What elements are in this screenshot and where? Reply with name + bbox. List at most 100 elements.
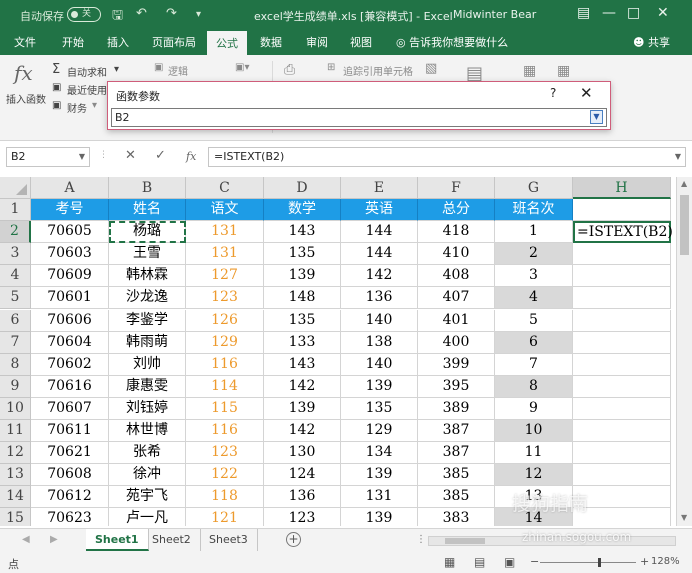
cell-e5[interactable]: 136 [341, 287, 418, 310]
lookup-icon[interactable]: ▣▾ [235, 62, 249, 73]
cell-h8[interactable] [573, 353, 671, 376]
cell-h4[interactable] [573, 265, 671, 288]
enter-icon[interactable]: ✓ [155, 148, 166, 163]
cell-h9[interactable] [573, 375, 671, 398]
cell-h10[interactable] [573, 397, 671, 420]
row-header-12[interactable]: 12 [0, 442, 31, 465]
cell-e15[interactable]: 139 [341, 508, 418, 526]
cell-c1[interactable]: 语文 [186, 199, 264, 221]
row-header-10[interactable]: 10 [0, 397, 31, 420]
cell-e4[interactable]: 142 [341, 265, 418, 288]
cell-f14[interactable]: 385 [418, 486, 495, 509]
column-header-b[interactable]: B [109, 177, 186, 199]
cell-e14[interactable]: 131 [341, 486, 418, 509]
cell-g10[interactable]: 9 [495, 397, 573, 420]
cell-g13[interactable]: 12 [495, 464, 573, 487]
cell-e12[interactable]: 134 [341, 442, 418, 465]
cell-b6[interactable]: 李鉴学 [109, 309, 186, 332]
customize-qat-icon[interactable]: ▾ [196, 9, 201, 20]
row-header-2[interactable]: 2 [0, 221, 31, 244]
tab-split-handle-icon[interactable]: ⋮ [416, 534, 426, 545]
formula-input[interactable]: =ISTEXT(B2) ▼ [208, 147, 686, 167]
cell-f11[interactable]: 387 [418, 420, 495, 442]
cell-a6[interactable]: 70606 [31, 309, 109, 332]
logical-icon[interactable]: ▣ [154, 62, 163, 73]
cell-d4[interactable]: 139 [264, 265, 341, 288]
help-icon[interactable]: ? [550, 86, 556, 100]
column-header-a[interactable]: A [31, 177, 109, 199]
cell-b13[interactable]: 徐冲 [109, 464, 186, 487]
normal-view-icon[interactable]: ▦ [444, 555, 455, 569]
cell-d2[interactable]: 143 [264, 221, 341, 244]
cell-c7[interactable]: 129 [186, 331, 264, 354]
cell-e3[interactable]: 144 [341, 243, 418, 266]
cell-a10[interactable]: 70607 [31, 397, 109, 420]
cell-g6[interactable]: 5 [495, 309, 573, 332]
cell-c6[interactable]: 126 [186, 309, 264, 332]
financial-button[interactable]: 财务 [67, 100, 87, 115]
column-header-h[interactable]: H [573, 177, 671, 199]
cell-d14[interactable]: 136 [264, 486, 341, 509]
user-name[interactable]: Midwinter Bear [453, 8, 536, 21]
cell-b15[interactable]: 卢一凡 [109, 508, 186, 526]
row-header-6[interactable]: 6 [0, 309, 31, 332]
calculation-icon[interactable]: ▦ [523, 63, 536, 79]
undo-icon[interactable]: ↶ [136, 6, 147, 21]
cell-c9[interactable]: 114 [186, 375, 264, 398]
cell-d13[interactable]: 124 [264, 464, 341, 487]
cell-e10[interactable]: 135 [341, 397, 418, 420]
row-header-15[interactable]: 15 [0, 508, 31, 526]
column-header-f[interactable]: F [418, 177, 495, 199]
cell-d9[interactable]: 142 [264, 375, 341, 398]
sheet-tab-sheet2[interactable]: Sheet2 [143, 529, 201, 551]
cell-f12[interactable]: 387 [418, 442, 495, 465]
cell-g3[interactable]: 2 [495, 243, 573, 266]
hscroll-thumb[interactable] [445, 538, 485, 544]
expand-dialog-icon[interactable]: ▼ [590, 110, 603, 124]
argument-input[interactable]: B2 [111, 108, 607, 127]
cell-f10[interactable]: 389 [418, 397, 495, 420]
insert-function-fx-icon[interactable]: fx [186, 150, 196, 163]
sheet-next-icon[interactable]: ▶ [50, 534, 58, 545]
cell-a9[interactable]: 70616 [31, 375, 109, 398]
tab-home[interactable]: 开始 [62, 30, 84, 55]
row-header-1[interactable]: 1 [0, 199, 31, 221]
cell-d6[interactable]: 135 [264, 309, 341, 332]
logical-button[interactable]: 逻辑 [168, 63, 188, 78]
zoom-level[interactable]: 128% [651, 556, 680, 567]
expand-formula-icon[interactable]: ▼ [675, 148, 681, 166]
cell-a4[interactable]: 70609 [31, 265, 109, 288]
tab-view[interactable]: 视图 [350, 30, 372, 55]
cell-d7[interactable]: 133 [264, 331, 341, 354]
cell-e7[interactable]: 138 [341, 331, 418, 354]
cell-a2[interactable]: 70605 [31, 221, 109, 244]
cancel-icon[interactable]: ✕ [125, 148, 136, 163]
cell-b14[interactable]: 苑宇飞 [109, 486, 186, 509]
name-box[interactable]: B2 ▼ [6, 147, 90, 167]
cell-g7[interactable]: 6 [495, 331, 573, 354]
autosave-toggle[interactable]: 关 [67, 7, 101, 22]
calc-now-icon[interactable]: ▦ [557, 63, 570, 79]
column-header-e[interactable]: E [341, 177, 418, 199]
tab-data[interactable]: 数据 [260, 30, 282, 55]
row-header-3[interactable]: 3 [0, 243, 31, 266]
tab-review[interactable]: 审阅 [306, 30, 328, 55]
cell-f9[interactable]: 395 [418, 375, 495, 398]
row-header-13[interactable]: 13 [0, 464, 31, 487]
cell-a1[interactable]: 考号 [31, 199, 109, 221]
cell-b10[interactable]: 刘钰婷 [109, 397, 186, 420]
cell-b11[interactable]: 林世博 [109, 420, 186, 442]
cell-h1[interactable] [573, 199, 671, 221]
autosum-dropdown-icon[interactable]: ▾ [114, 64, 119, 75]
scroll-thumb[interactable] [680, 195, 689, 255]
autosum-button[interactable]: 自动求和 [67, 64, 107, 79]
column-header-g[interactable]: G [495, 177, 573, 199]
financial-dropdown-icon[interactable]: ▾ [92, 100, 97, 111]
zoom-out-icon[interactable]: − [530, 555, 539, 568]
recent-icon[interactable]: ▣ [52, 82, 61, 93]
tab-page-layout[interactable]: 页面布局 [152, 30, 196, 55]
cell-h5[interactable] [573, 287, 671, 310]
cell-g9[interactable]: 8 [495, 375, 573, 398]
cell-e2[interactable]: 144 [341, 221, 418, 244]
cell-d15[interactable]: 123 [264, 508, 341, 526]
